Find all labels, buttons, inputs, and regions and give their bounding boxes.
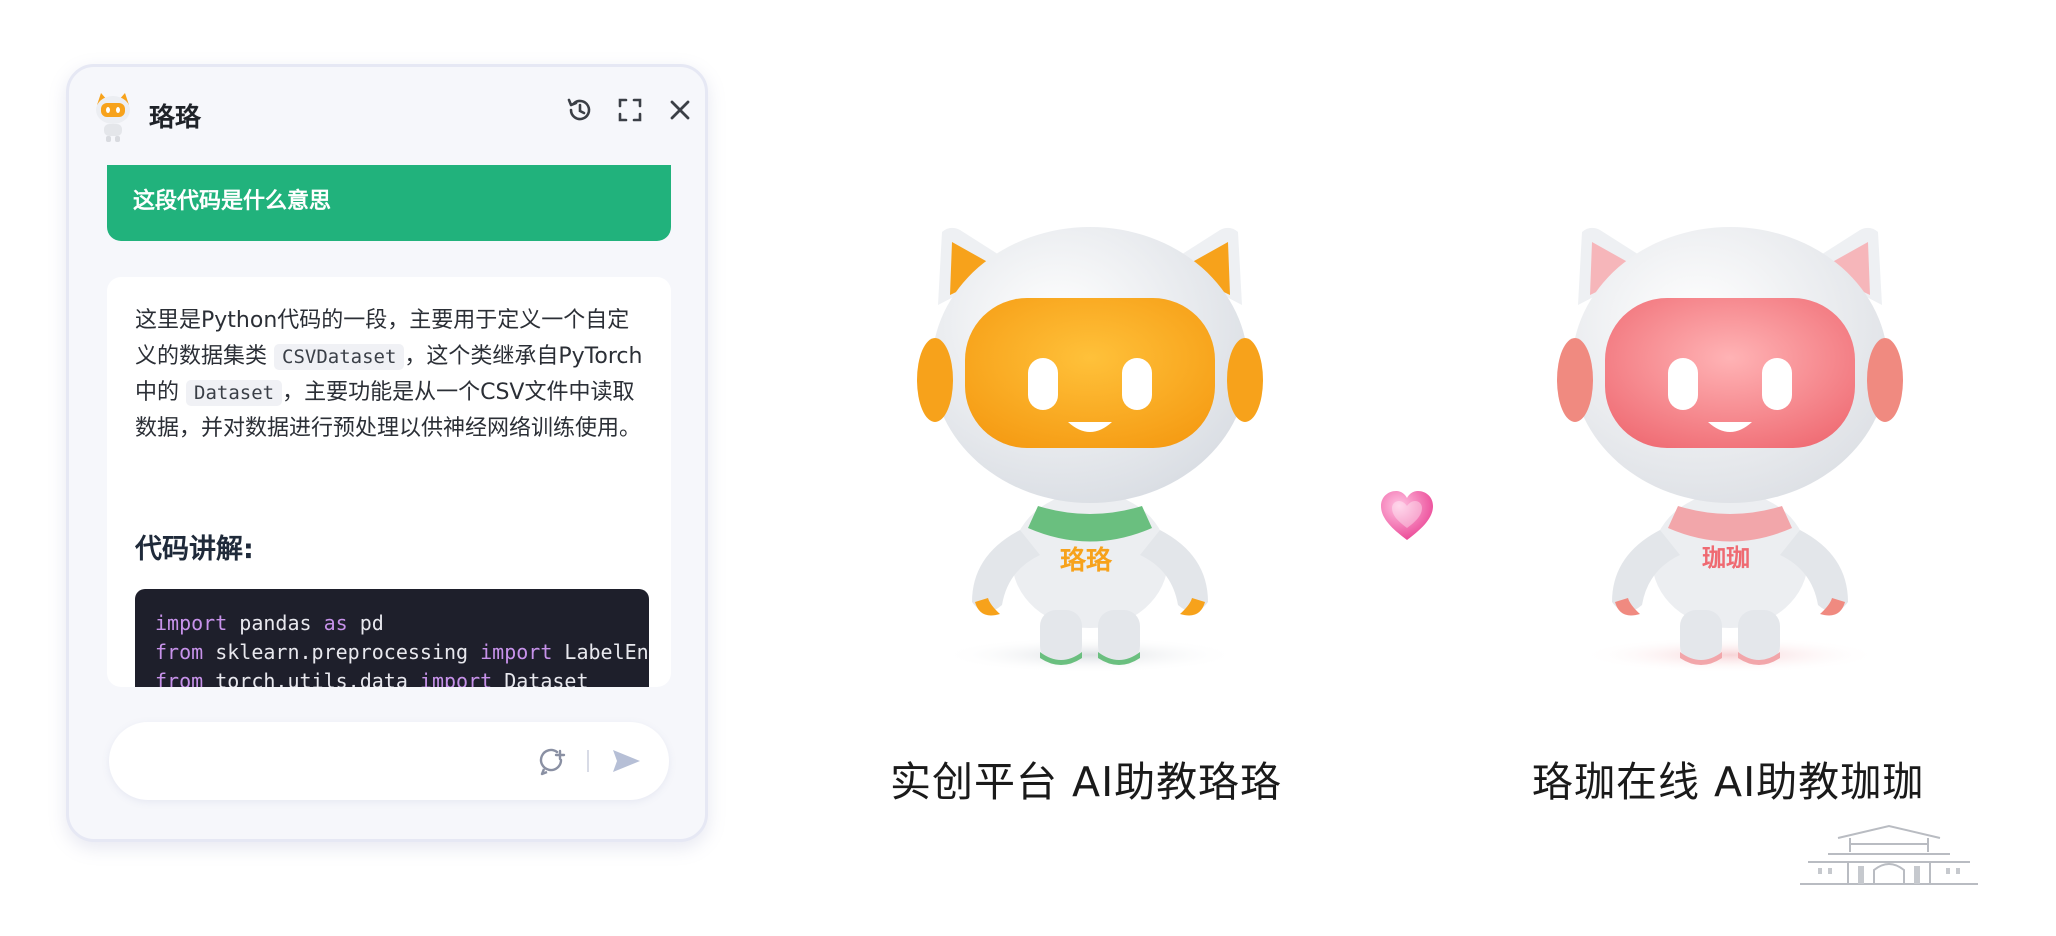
heart-icon — [1378, 488, 1436, 546]
user-message-text: 这段代码是什么意思 — [133, 189, 332, 214]
user-message-bubble: 这段代码是什么意思 — [107, 165, 671, 241]
robot-badge: 珞珞 — [1060, 546, 1113, 576]
code-line: from sklearn.preprocessing import LabelE… — [155, 640, 649, 664]
input-divider — [587, 750, 589, 772]
assistant-answer-card: 这里是Python代码的一段，主要用于定义一个自定义的数据集类 CSVDatas… — [107, 277, 671, 687]
inline-code: CSVDataset — [274, 344, 405, 370]
fullscreen-icon[interactable] — [613, 93, 647, 127]
history-icon[interactable] — [563, 93, 597, 127]
chat-title: 珞珞 — [149, 103, 202, 133]
section-heading: 代码讲解: — [135, 534, 254, 565]
chat-header: 珞珞 — [69, 67, 705, 163]
caption-right: 珞珈在线 AI助教珈珈 — [1532, 758, 1925, 806]
watermark-building-logo — [1798, 818, 1980, 888]
code-line: from torch.utils.data import Dataset — [155, 669, 589, 687]
message-input[interactable] — [133, 740, 517, 784]
caption-left: 实创平台 AI助教珞珞 — [890, 758, 1283, 806]
code-line: import pandas as pd — [155, 611, 384, 635]
code-block[interactable]: import pandas as pd from sklearn.preproc… — [135, 589, 649, 687]
robot-badge: 珈珈 — [1702, 544, 1750, 572]
robot-luoluo: 珞珞 — [880, 210, 1300, 680]
robot-jiajia: 珈珈 — [1520, 210, 1940, 680]
close-icon[interactable] — [663, 93, 697, 127]
inline-code: Dataset — [186, 380, 283, 406]
answer-paragraph: 这里是Python代码的一段，主要用于定义一个自定义的数据集类 CSVDatas… — [135, 303, 645, 447]
assistant-avatar — [91, 91, 135, 143]
send-icon[interactable] — [607, 742, 645, 780]
chat-panel: 珞珞 这段代码是什么意思 这里是Python代码的一段，主要用于定义一个自定义的… — [66, 64, 708, 842]
message-input-bar — [109, 722, 669, 800]
new-chat-icon[interactable] — [533, 742, 571, 780]
